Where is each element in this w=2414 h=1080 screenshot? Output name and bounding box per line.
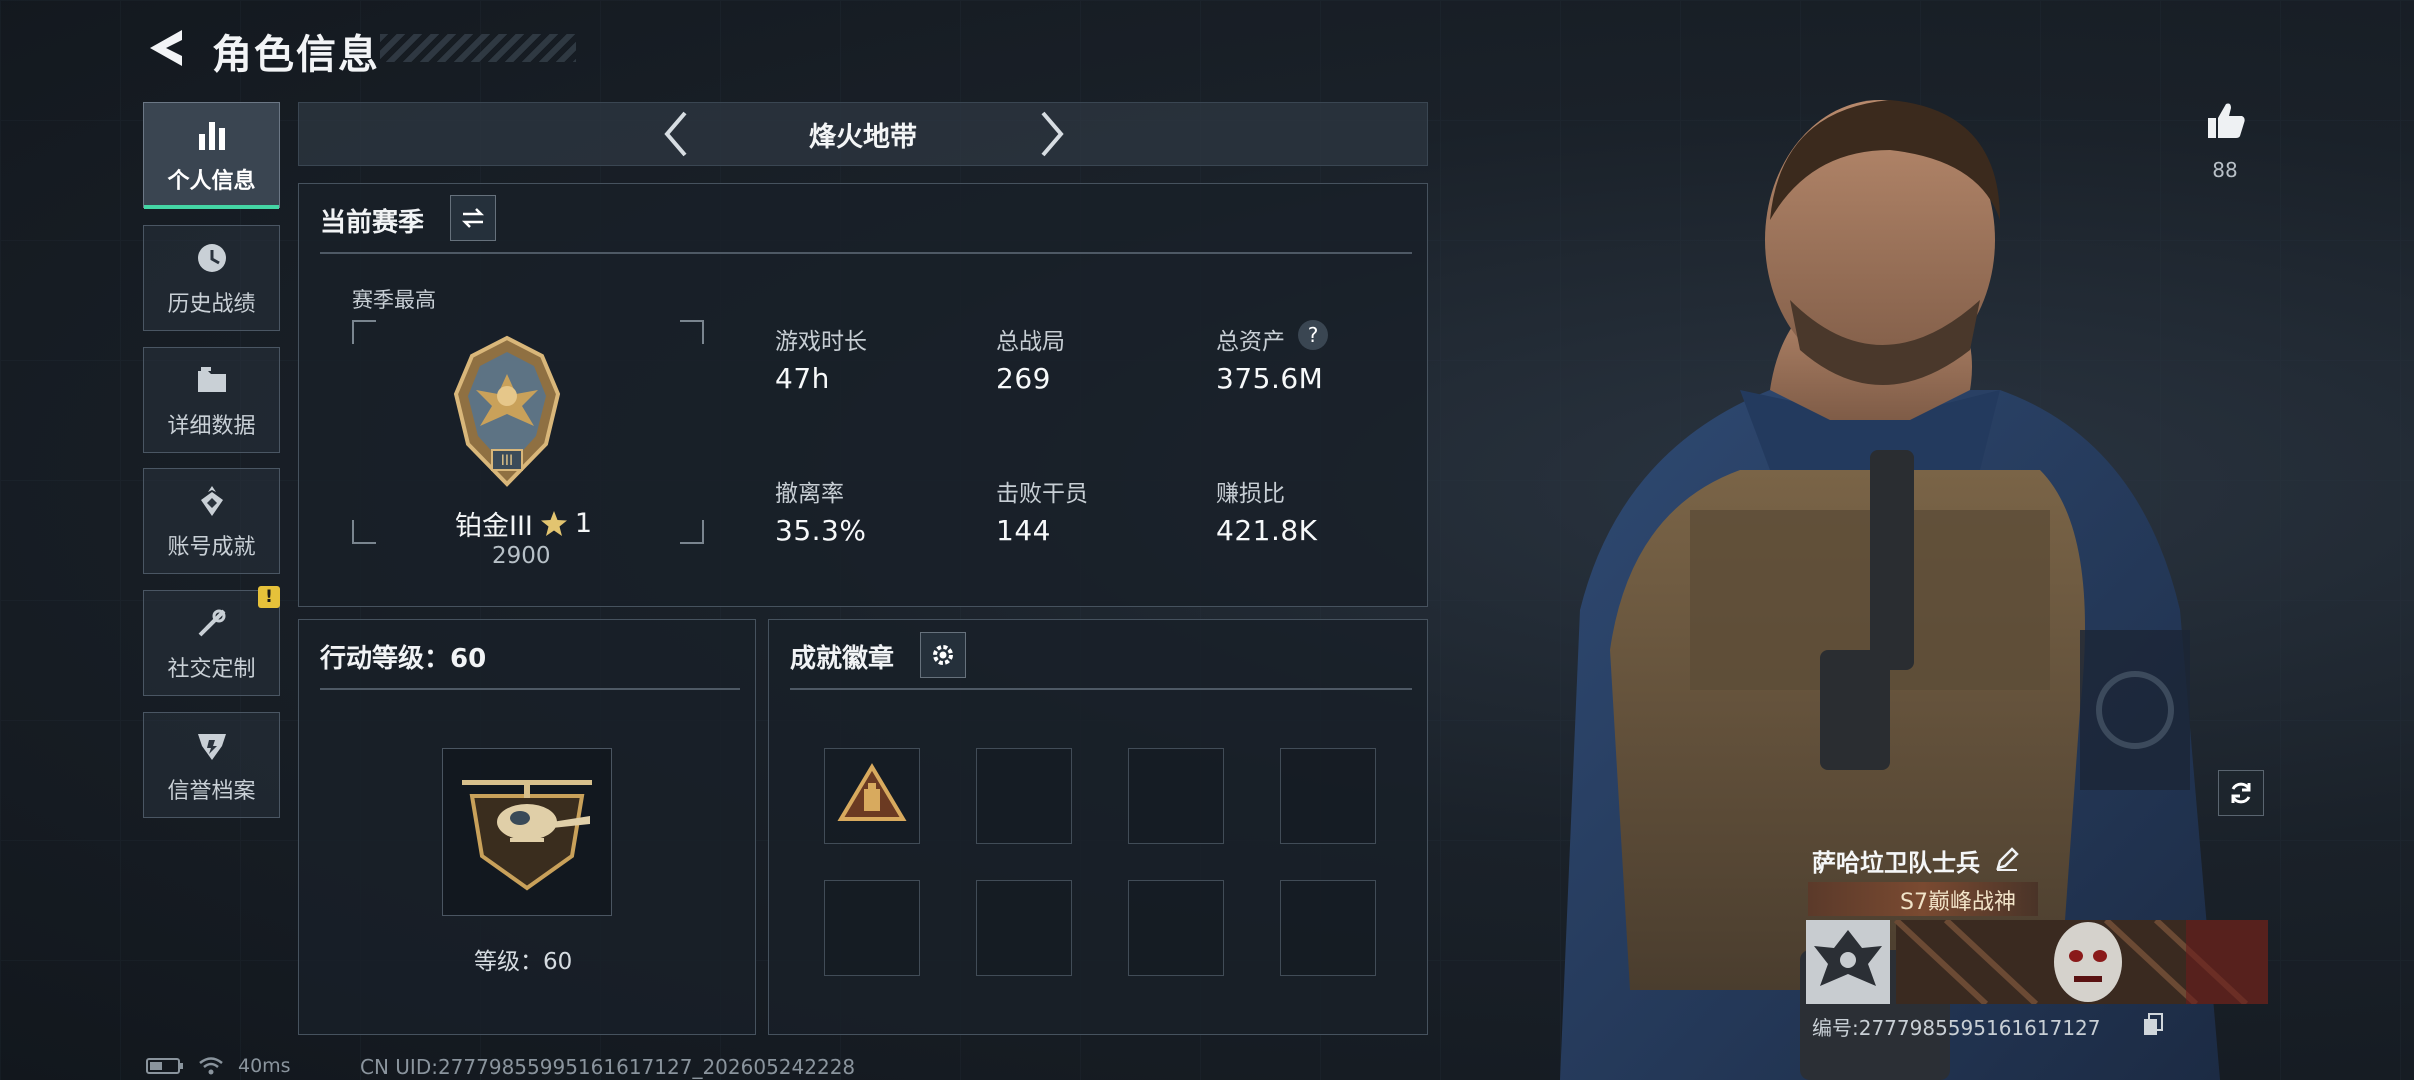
rank-line: 铂金III 1 [455, 504, 592, 543]
likes-count: 88 [2212, 158, 2238, 182]
sidebar-item-label: 详细数据 [167, 414, 256, 439]
title-plate-text: S7巅峰战神 [1900, 890, 2016, 915]
achievement-slot[interactable] [1128, 748, 1224, 844]
sidebar-item-credit-file[interactable]: 信誉档案 [143, 712, 280, 818]
warning-badge: ! [258, 586, 280, 608]
page-title: 角色信息 [212, 32, 380, 78]
profile-banners [1806, 920, 2268, 1004]
achievements-divider [790, 688, 1412, 690]
frame-corner [680, 520, 704, 544]
sidebar-item-label: 社交定制 [167, 657, 256, 682]
level-text: 等级：60 [474, 949, 573, 975]
stat-value: 375.6M [1216, 362, 1324, 395]
battery-icon [146, 1058, 183, 1074]
medal-icon [192, 481, 232, 521]
shield-icon [192, 725, 232, 765]
swap-arrows-icon [461, 208, 485, 228]
back-arrow-icon[interactable] [144, 26, 186, 70]
mode-label: 烽火地带 [809, 121, 917, 153]
thumbs-up-icon[interactable] [2204, 98, 2248, 142]
stat-label: 击败干员 [996, 481, 1088, 507]
stat-value: 269 [996, 362, 1051, 395]
stat-label: 赚损比 [1216, 481, 1285, 507]
frame-corner [680, 320, 704, 344]
clock-icon [192, 238, 232, 278]
stat-value: 47h [775, 362, 830, 395]
sidebar-item-label: 账号成就 [167, 535, 256, 560]
ping-value: 40ms [238, 1055, 291, 1077]
next-mode-chevron-right-icon[interactable] [1032, 102, 1072, 166]
stat-label: 游戏时长 [775, 329, 867, 355]
tools-icon [192, 603, 232, 643]
achievement-badge-icon [837, 763, 907, 821]
sidebar-item-label: 信誉档案 [167, 779, 256, 804]
rank-name: 铂金III [455, 511, 533, 542]
achievement-settings-button[interactable] [920, 632, 966, 678]
season-divider [320, 252, 1412, 254]
achievements-title: 成就徽章 [790, 644, 895, 674]
sidebar-item-history[interactable]: 历史战绩 [143, 225, 280, 331]
achievement-slot[interactable] [824, 880, 920, 976]
bar-chart-icon [192, 115, 232, 155]
copy-icon[interactable] [2142, 1012, 2164, 1036]
wifi-icon [199, 1057, 223, 1075]
account-uid: CN UID:2777985599516161712​7_20260524222… [360, 1055, 856, 1079]
sidebar-item-label: 个人信息 [167, 169, 256, 194]
helicopter-badge-icon [462, 780, 592, 891]
action-level-divider [320, 688, 740, 690]
rank-score: 2900 [492, 543, 551, 569]
prev-mode-chevron-left-icon[interactable] [656, 102, 696, 166]
svg-text:III: III [501, 453, 513, 469]
status-bar: 40ms [146, 1055, 291, 1077]
help-icon[interactable]: ? [1298, 320, 1328, 350]
achievement-slot[interactable] [1280, 880, 1376, 976]
stat-label: 撤离率 [775, 481, 844, 507]
sidebar-item-label: 历史战绩 [167, 292, 256, 317]
title-decoration [380, 34, 576, 62]
character-name: 萨哈垃卫队士兵 [1812, 849, 1980, 877]
stat-value: 421.8K [1216, 514, 1318, 547]
player-id: 编号:277798559516161712​7 [1812, 1016, 2101, 1040]
refresh-icon [2231, 782, 2251, 804]
achievement-slot[interactable] [1128, 880, 1224, 976]
sidebar-item-personal-info[interactable]: 个人信息 [143, 102, 280, 209]
season-title: 当前赛季 [320, 208, 425, 238]
stat-label: 总资产 [1216, 329, 1285, 355]
achievement-slot[interactable] [824, 748, 920, 844]
rank-stars: 1 [574, 508, 593, 539]
frame-corner [352, 320, 376, 344]
sidebar-item-detailed-data[interactable]: 详细数据 [143, 347, 280, 453]
frame-corner [352, 520, 376, 544]
achievement-slot[interactable] [976, 880, 1072, 976]
stat-value: 35.3% [775, 514, 867, 547]
folder-icon [192, 360, 232, 400]
edit-pencil-icon[interactable] [1994, 846, 2020, 872]
refresh-button[interactable] [2218, 770, 2264, 816]
gear-icon [933, 645, 953, 665]
action-level-title: 行动等级：60 [320, 644, 487, 674]
stat-value: 144 [996, 514, 1051, 547]
achievement-slot[interactable] [1280, 748, 1376, 844]
sidebar-item-achievements[interactable]: 账号成就 [143, 468, 280, 574]
stat-label: 总战局 [996, 329, 1065, 355]
platinum-rank-emblem-icon: III [453, 335, 561, 487]
achievement-slot[interactable] [976, 748, 1072, 844]
star-icon [540, 510, 567, 536]
season-best-label: 赛季最高 [352, 288, 436, 312]
swap-season-button[interactable] [450, 195, 496, 241]
